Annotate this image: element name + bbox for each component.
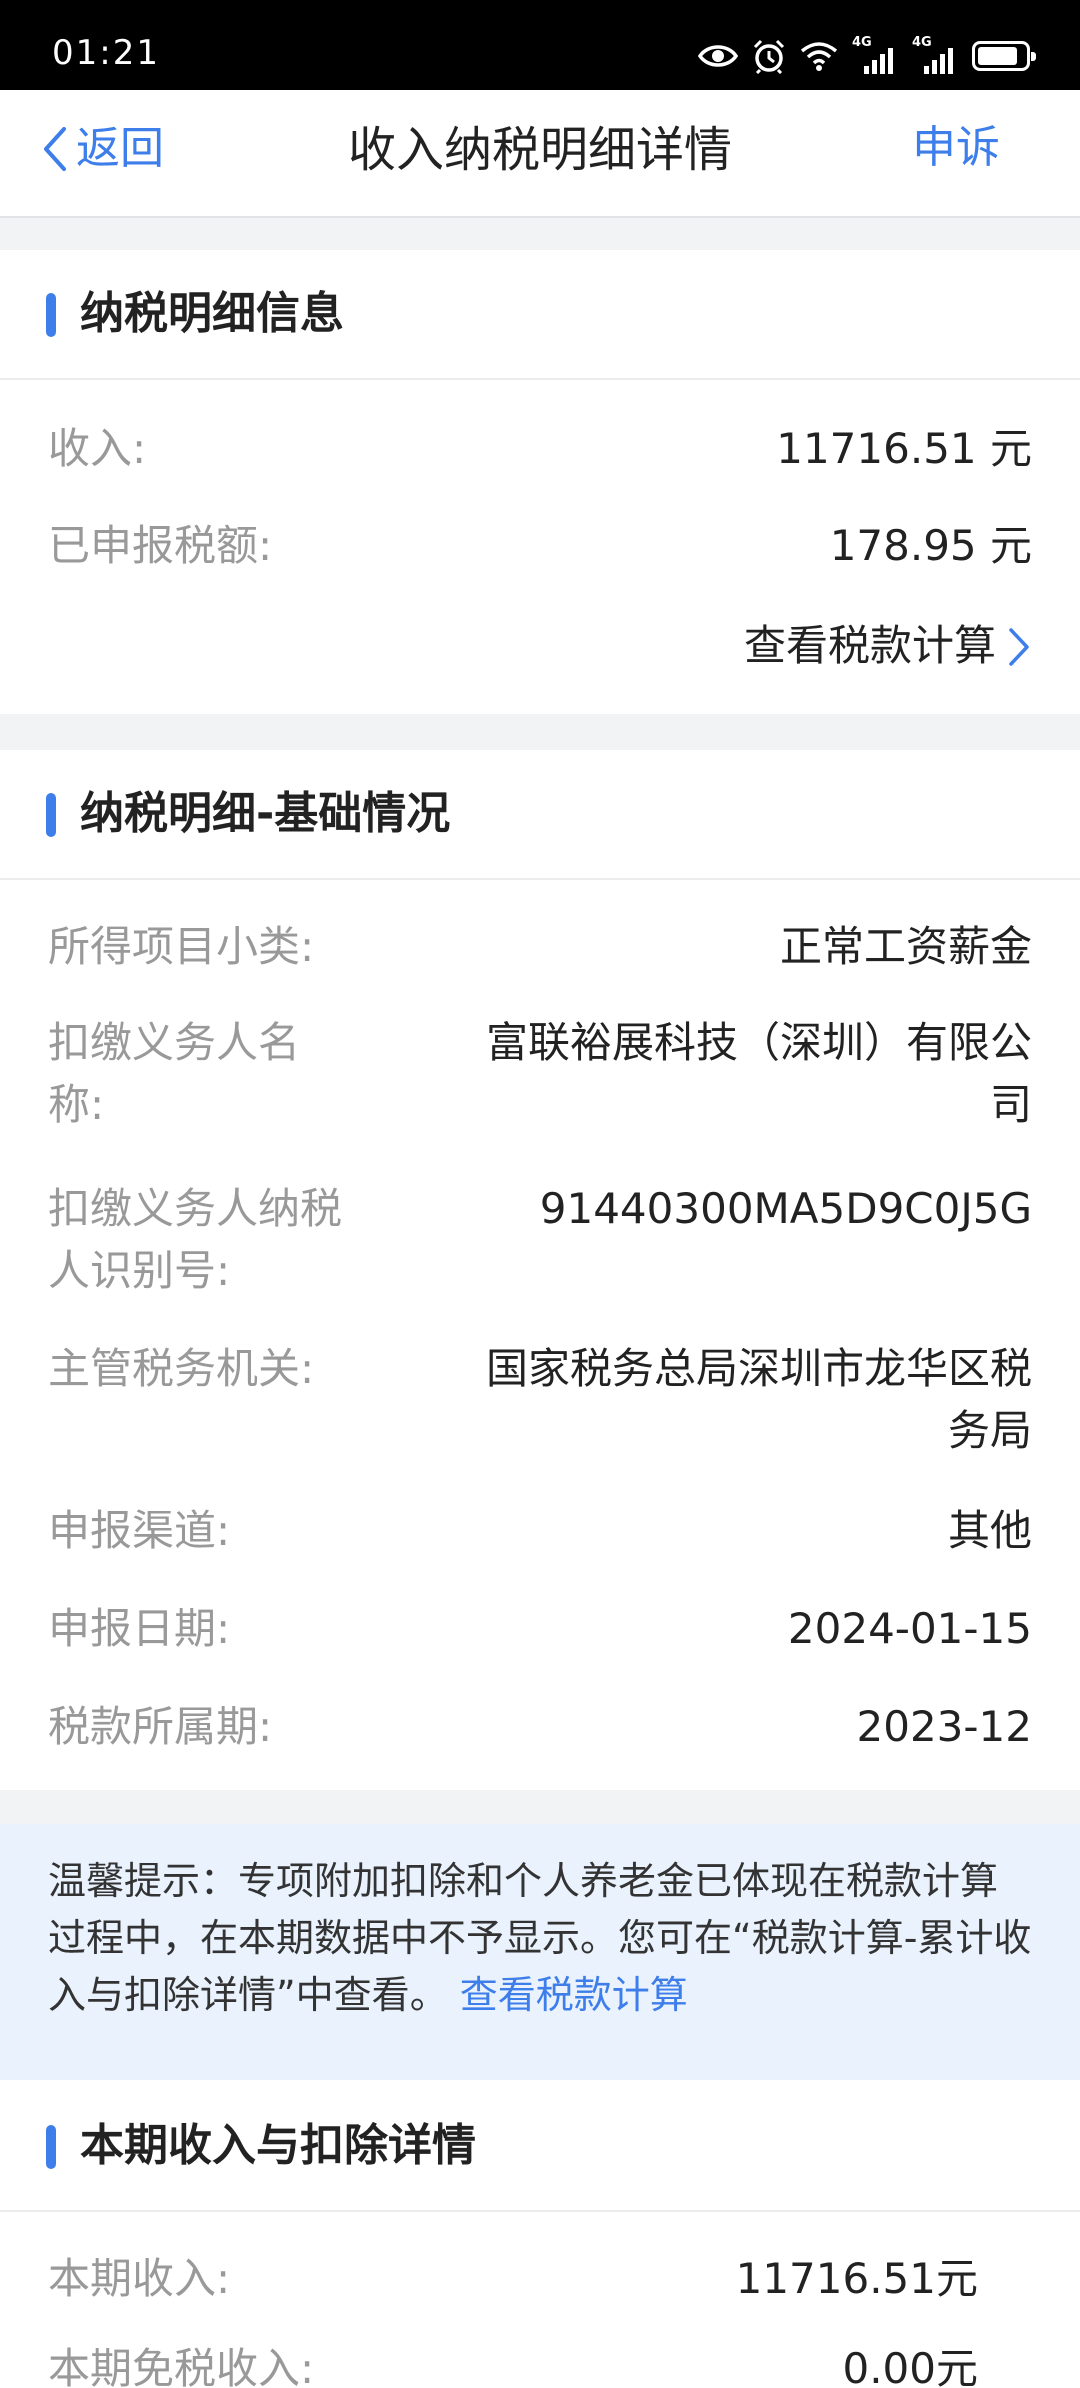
wifi-icon [800,42,838,71]
income-category-label: 所得项目小类: [48,922,315,971]
withholder-name-value: 富联裕展科技（深圳）有限公 司 [486,1012,1032,1136]
tax-free-income-row: 本期免税收入: 0.00元 [48,2338,978,2388]
withholder-name-value-line2: 司 [989,1080,1032,1129]
section-accent-bar [46,793,56,837]
current-income-card: 本期收入与扣除详情 本期收入: 11716.51元 本期免税收入: 0.00元 [0,2080,1080,2388]
status-time: 01:21 [52,33,160,73]
signal-4g-icon-1: 4G [852,36,898,76]
tax-free-income-label: 本期免税收入: [48,2344,315,2388]
declared-tax-label: 已申报税额: [48,521,273,570]
declare-channel-row: 申报渠道: 其他 [48,1500,1032,1562]
declare-channel-label: 申报渠道: [48,1506,231,1555]
section-accent-bar [46,293,56,337]
view-tax-calc-row: 查看税款计算 [48,615,1032,677]
withholder-id-value: 91440300MA5D9C0J5G [539,1184,1032,1233]
current-income-row: 本期收入: 11716.51元 [48,2248,978,2310]
current-income-header: 本期收入与扣除详情 [0,2082,1080,2212]
tax-period-row: 税款所属期: 2023-12 [48,1696,1032,1758]
view-tax-calc-link[interactable]: 查看税款计算 [744,615,1032,677]
income-category-row: 所得项目小类: 正常工资薪金 [48,916,1032,978]
withholder-name-label-line1: 扣缴义务人名 [48,1018,301,1067]
tax-info-title: 纳税明细信息 [80,288,344,339]
status-bar: 01:21 4G 4G [0,0,1080,90]
current-income-title: 本期收入与扣除详情 [80,2120,476,2171]
tax-info-card: 纳税明细信息 收入: 11716.51 元 已申报税额: 178.95 元 查看… [0,250,1080,714]
basic-info-header: 纳税明细-基础情况 [0,750,1080,880]
view-tax-calc-label: 查看税款计算 [743,621,996,670]
tax-authority-value-line2: 务局 [947,1406,1032,1455]
withholder-id-label-line2: 人识别号: [48,1246,231,1295]
withholder-name-label-line2: 称: [48,1080,105,1129]
notice-box: 温馨提示：专项附加扣除和个人养老金已体现在税款计算过程中，在本期数据中不予显示。… [0,1824,1080,2080]
chevron-right-icon [1009,628,1029,666]
withholder-name-row: 扣缴义务人名 称: 富联裕展科技（深圳）有限公 司 [48,1012,1032,1136]
tax-authority-value: 国家税务总局深圳市龙华区税 务局 [486,1338,1032,1462]
withholder-id-label: 扣缴义务人纳税 人识别号: [48,1178,342,1302]
tax-authority-label: 主管税务机关: [48,1344,315,1393]
battery-level [978,47,1017,65]
declared-tax-row: 已申报税额: 178.95 元 [48,515,1032,577]
tax-free-income-value: 0.00元 [842,2344,978,2388]
alarm-icon [753,39,785,74]
current-income-label: 本期收入: [48,2254,231,2303]
declared-tax-value: 178.95 元 [829,521,1032,570]
current-income-value: 11716.51元 [735,2254,978,2303]
basic-info-title: 纳税明细-基础情况 [80,788,451,839]
withholder-id-label-line1: 扣缴义务人纳税 [48,1184,343,1233]
income-value: 11716.51 元 [776,424,1032,473]
section-accent-bar [46,2125,56,2169]
tax-authority-value-line1: 国家税务总局深圳市龙华区税 [485,1344,1032,1393]
basic-info-card: 纳税明细-基础情况 所得项目小类: 正常工资薪金 扣缴义务人名 称: 富联裕展科… [0,750,1080,1790]
tax-period-value: 2023-12 [856,1702,1033,1751]
withholder-name-value-line1: 富联裕展科技（深圳）有限公 [485,1018,1032,1067]
declare-date-label: 申报日期: [48,1604,231,1653]
signal-4g-icon-2: 4G [912,36,958,76]
declare-channel-value: 其他 [947,1506,1032,1555]
income-row: 收入: 11716.51 元 [48,418,1032,480]
battery-icon [972,41,1036,71]
declare-date-row: 申报日期: 2024-01-15 [48,1598,1032,1660]
notice-text-block: 温馨提示：专项附加扣除和个人养老金已体现在税款计算过程中，在本期数据中不予显示。… [48,1853,1032,2024]
navigation-bar: 返回 收入纳税明细详情 申诉 [0,90,1080,218]
eye-icon [698,45,738,67]
tax-info-header: 纳税明细信息 [0,250,1080,380]
tax-period-label: 税款所属期: [48,1702,273,1751]
income-category-value: 正常工资薪金 [779,922,1032,971]
declare-date-value: 2024-01-15 [787,1604,1032,1653]
withholder-id-row: 扣缴义务人纳税 人识别号: 91440300MA5D9C0J5G [48,1178,1032,1302]
notice-view-tax-calc-link[interactable]: 查看税款计算 [460,1973,688,2017]
appeal-button[interactable]: 申诉 [912,126,1000,170]
status-icons: 4G 4G [698,36,1036,76]
income-label: 收入: [48,424,147,473]
withholder-name-label: 扣缴义务人名 称: [48,1012,300,1136]
tax-authority-row: 主管税务机关: 国家税务总局深圳市龙华区税 务局 [48,1338,1032,1462]
